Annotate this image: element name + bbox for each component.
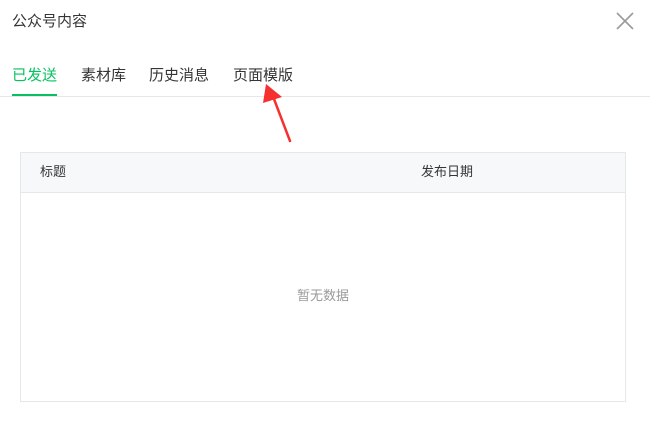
dialog-title: 公众号内容 [12,12,88,30]
column-header-title: 标题 [40,165,67,180]
content-table: 标题 发布日期 暂无数据 [20,152,626,402]
tab-sent[interactable]: 已发送 [12,64,58,96]
tab-history-messages[interactable]: 历史消息 [149,64,209,86]
empty-state-text: 暂无数据 [296,289,349,304]
tab-material-library[interactable]: 素材库 [81,64,126,86]
tab-page-template[interactable]: 页面模版 [233,64,293,86]
table-header: 标题 发布日期 [21,153,625,193]
close-icon [616,12,634,30]
tab-bar: 已发送 素材库 历史消息 页面模版 [0,60,650,97]
column-header-publish-date: 发布日期 [421,165,474,180]
close-button[interactable] [612,8,638,34]
